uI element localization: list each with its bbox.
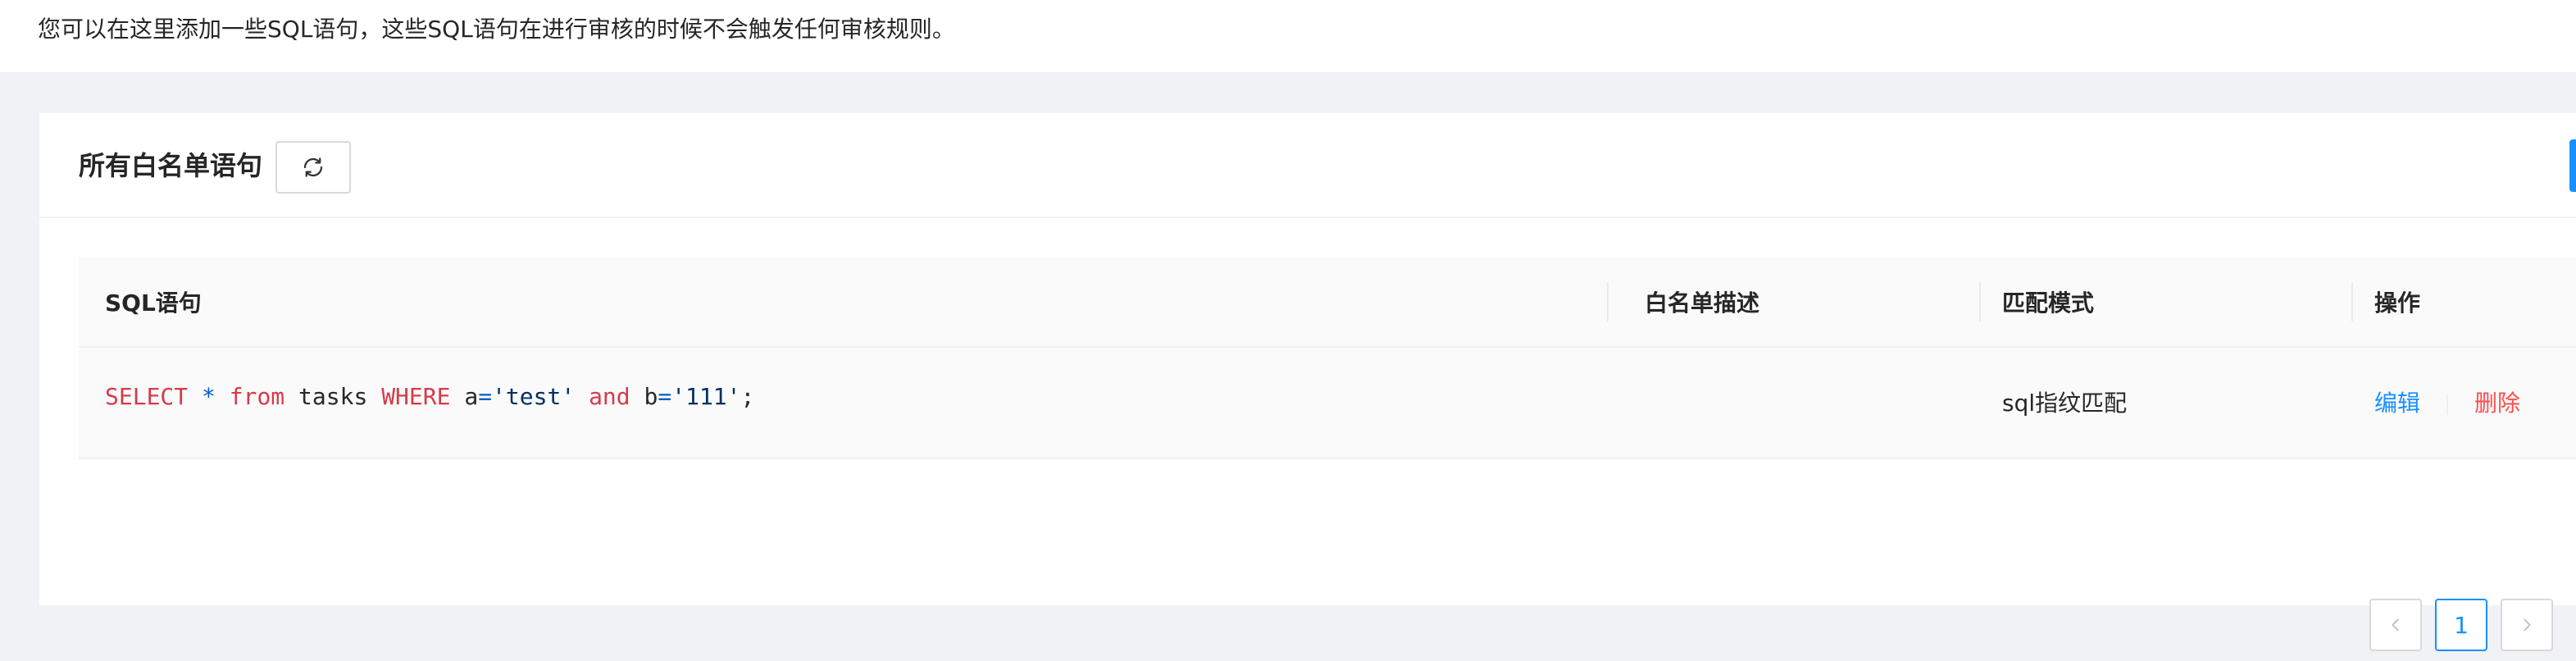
column-header-description: 白名单描述	[1645, 289, 1760, 317]
whitelist-table: SQL语句 白名单描述 匹配模式 操作 SELECT * from tasks …	[79, 258, 2576, 459]
action-divider	[2446, 394, 2448, 415]
table-header: SQL语句 白名单描述 匹配模式 操作	[79, 258, 2576, 348]
next-page-button[interactable]	[2501, 599, 2553, 651]
column-divider	[1979, 282, 1981, 321]
sql-token: tasks	[284, 383, 382, 410]
sql-token: and	[589, 383, 630, 410]
sql-token: from	[229, 383, 285, 410]
whitelist-card: 所有白名单语句 SQL语句 白名单描述 匹配模式 操作 SELECT * fro…	[39, 113, 2576, 651]
card-header: 所有白名单语句	[39, 113, 2576, 218]
refresh-button[interactable]	[275, 141, 351, 194]
sql-token: =	[478, 383, 493, 410]
edit-link[interactable]: 编辑	[2374, 387, 2420, 420]
column-header-sql: SQL语句	[105, 289, 202, 317]
sql-statement: SELECT * from tasks WHERE a='test' and b…	[105, 381, 754, 413]
match-mode: sql指纹匹配	[2002, 390, 2128, 417]
sql-token: '111'	[671, 383, 741, 410]
pagination: 1	[2369, 599, 2553, 651]
sql-token: ;	[740, 383, 755, 410]
page-number-button[interactable]: 1	[2435, 599, 2487, 651]
prev-page-button[interactable]	[2369, 599, 2422, 651]
chevron-left-icon	[2392, 618, 2399, 631]
add-button-edge[interactable]	[2569, 139, 2576, 192]
reload-icon	[303, 157, 323, 177]
sql-token: =	[658, 383, 672, 410]
column-header-match-mode: 匹配模式	[2002, 289, 2095, 317]
sql-token: SELECT	[105, 383, 189, 410]
page-description: 您可以在这里添加一些SQL语句，这些SQL语句在进行审核的时候不会触发任何审核规…	[38, 16, 955, 43]
column-divider	[2351, 282, 2353, 321]
delete-link[interactable]: 删除	[2474, 387, 2520, 420]
sql-token: b	[630, 383, 658, 410]
column-header-actions: 操作	[2374, 289, 2421, 317]
card-title: 所有白名单语句	[79, 150, 263, 181]
table-row: SELECT * from tasks WHERE a='test' and b…	[79, 348, 2576, 459]
sql-token: WHERE	[381, 383, 451, 410]
sql-token: 'test'	[492, 383, 576, 410]
column-divider	[1607, 282, 1609, 321]
sql-token: *	[202, 383, 216, 410]
sql-token: a	[450, 383, 479, 410]
chevron-right-icon	[2524, 618, 2531, 631]
page-header: 您可以在这里添加一些SQL语句，这些SQL语句在进行审核的时候不会触发任何审核规…	[0, 0, 2576, 72]
